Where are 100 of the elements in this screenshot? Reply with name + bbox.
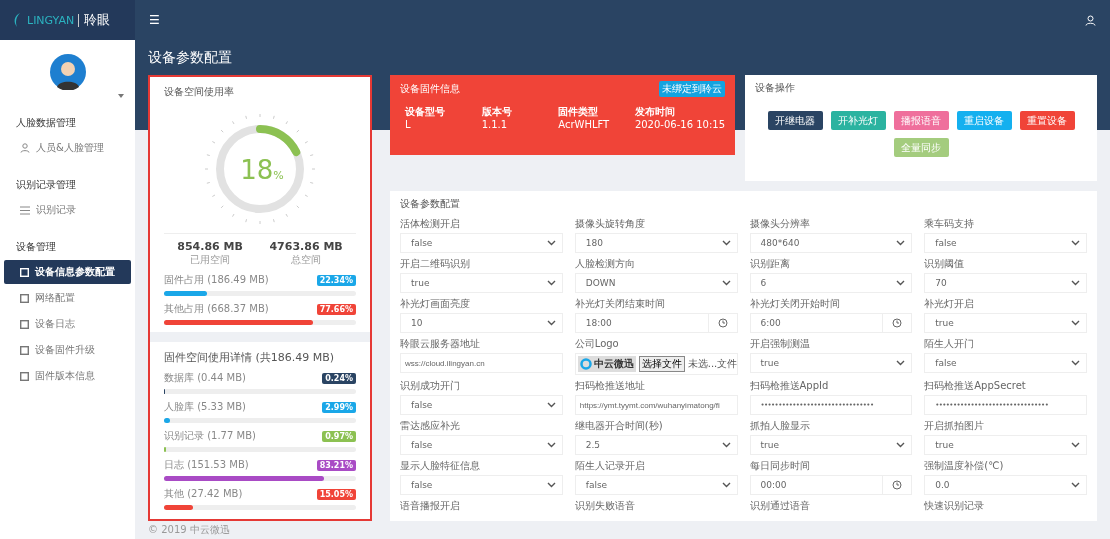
field-label: 识别成功开门 (400, 379, 461, 393)
nav-item[interactable]: 固件版本信息 (4, 364, 131, 388)
select-field[interactable]: 0.0 (924, 475, 1087, 495)
menu-button[interactable]: ☰ (149, 13, 160, 27)
card-title: 设备空间使用率 (164, 85, 235, 99)
field-label: 继电器开合时间(秒) (574, 419, 664, 433)
field-label: 快速识别记录 (924, 499, 986, 513)
field-label: 聆眼云服务器地址 (400, 337, 481, 351)
field-label: 识别阈值 (924, 257, 966, 271)
field-label: 陌生人记录开启 (574, 459, 646, 473)
chevron-down-icon (546, 240, 556, 246)
select-field[interactable]: true (924, 313, 1087, 333)
field-label: 乘车码支持 (924, 217, 976, 231)
avatar-icon[interactable] (49, 54, 86, 90)
field-label: 补光灯开启 (924, 297, 976, 311)
chevron-down-icon (1071, 482, 1080, 488)
chevron-down-icon (896, 360, 906, 366)
info-value: L (405, 119, 412, 130)
info-label: 版本号 (481, 105, 513, 119)
chevron-down-icon (721, 240, 731, 246)
field-label: 开启强制测温 (749, 337, 811, 351)
time-field[interactable]: 18:00 (574, 313, 738, 333)
input-field[interactable]: https://ymt.tyymt.com/wuhanyimatong/fi (574, 395, 738, 415)
clock-icon (717, 318, 728, 328)
card-title: 设备操作 (755, 81, 796, 95)
field-label: 语音播报开启 (400, 499, 461, 513)
select-field[interactable]: false (400, 395, 563, 415)
clock-icon (892, 480, 903, 490)
chevron-down-icon (721, 482, 731, 488)
card-title: 固件空间使用详情 (共186.49 MB) (164, 350, 336, 365)
field-label: 识别通过语音 (749, 499, 811, 513)
select-field[interactable]: DOWN (574, 273, 738, 293)
select-field[interactable]: 10 (400, 313, 563, 333)
square-icon (20, 371, 29, 381)
section-heading: 人脸数据管理 (16, 116, 77, 130)
percent-badge: 15.05% (316, 488, 356, 500)
select-field[interactable]: false (400, 475, 563, 495)
company-logo: 中云微迅 (577, 356, 636, 372)
person-icon (20, 143, 30, 153)
select-field[interactable]: true (749, 353, 913, 373)
usage-label: 日志 (151.53 MB) (164, 458, 249, 472)
square-icon (20, 345, 29, 355)
field-label: 显示人脸特征信息 (400, 459, 481, 473)
select-field[interactable]: false (574, 475, 738, 495)
nav-item[interactable]: 设备固件升级 (4, 338, 131, 362)
select-field[interactable]: true (924, 435, 1087, 455)
select-field[interactable]: 2.5 (574, 435, 738, 455)
select-field[interactable]: true (400, 273, 563, 293)
field-label: 补光灯画面亮度 (400, 297, 471, 311)
clock-icon (892, 318, 903, 328)
nav-item[interactable]: 设备日志 (4, 312, 131, 336)
caret-icon[interactable] (118, 94, 124, 98)
square-icon (20, 319, 29, 329)
nav-item[interactable]: 网络配置 (4, 286, 131, 310)
action-button[interactable]: 重置设备 (1019, 111, 1075, 130)
field-label: 开启二维码识别 (400, 257, 471, 271)
percent-badge: 83.21% (316, 459, 356, 471)
percent-badge: 0.97% (322, 430, 356, 442)
logo-text: LINGYAN (27, 13, 80, 27)
select-field[interactable]: 6 (749, 273, 913, 293)
usage-label: 数据库 (0.44 MB) (164, 371, 246, 385)
usage-label: 其他 (27.42 MB) (164, 487, 243, 501)
logo-brand: 聆眼 (84, 11, 111, 29)
info-value: AcrWHLFT (558, 119, 611, 130)
percent-badge: 77.66% (316, 303, 356, 315)
chevron-down-icon (1071, 442, 1080, 448)
user-icon[interactable] (1085, 14, 1096, 26)
input-field[interactable]: wss://cloud.ilingyan.cn (400, 353, 563, 373)
select-field[interactable]: 180 (574, 233, 738, 253)
section-heading: 设备管理 (16, 240, 57, 254)
nav-item[interactable]: 识别记录 (4, 198, 131, 222)
nav-item[interactable]: 人员&人脸管理 (4, 136, 131, 160)
choose-file-button[interactable]: 选择文件 (638, 356, 685, 372)
section-heading: 识别记录管理 (16, 178, 77, 192)
info-label: 设备型号 (405, 105, 446, 119)
field-label: 强制温度补偿(℃) (924, 459, 1005, 473)
page-title: 设备参数配置 (148, 48, 233, 67)
nav-item[interactable]: 设备信息参数配置 (4, 260, 131, 284)
chevron-down-icon (546, 482, 556, 488)
chevron-down-icon (546, 402, 556, 408)
select-field[interactable]: false (924, 233, 1087, 253)
info-value: 1.1.1 (481, 119, 509, 130)
field-label: 雷达感应补光 (400, 419, 461, 433)
select-field[interactable]: false (400, 435, 563, 455)
field-label: 公司Logo (574, 337, 620, 351)
field-label: 识别距离 (749, 257, 791, 271)
total-space-value: 4763.86 MB (269, 240, 343, 253)
select-field[interactable]: true (749, 435, 913, 455)
chevron-down-icon (546, 442, 556, 448)
time-field[interactable]: 00:00 (749, 475, 913, 495)
chevron-down-icon (1071, 280, 1080, 286)
time-field[interactable]: 6:00 (749, 313, 913, 333)
chevron-down-icon (896, 280, 906, 286)
select-field[interactable]: false (400, 233, 563, 253)
select-field[interactable]: false (924, 353, 1087, 373)
field-label: 每日同步时间 (749, 459, 811, 473)
action-button[interactable]: 开继电器 (767, 111, 823, 130)
info-label: 固件类型 (558, 105, 600, 119)
select-field[interactable]: 480*640 (749, 233, 913, 253)
select-field[interactable]: 70 (924, 273, 1087, 293)
